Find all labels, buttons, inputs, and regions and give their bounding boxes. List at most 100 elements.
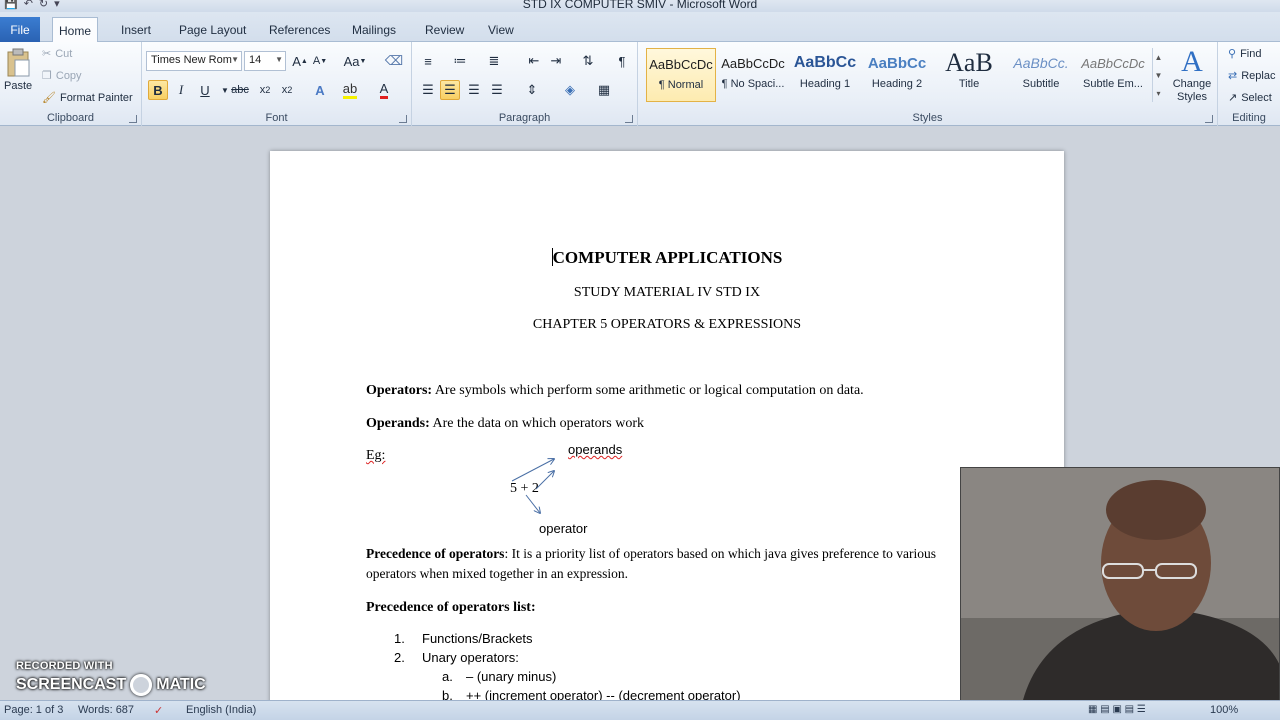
select-button[interactable]: ↗ Select bbox=[1228, 91, 1272, 105]
paragraph-group-label: Paragraph bbox=[498, 112, 551, 124]
show-formatting-icon[interactable]: ¶ bbox=[612, 51, 632, 71]
list-item[interactable]: 2. Unary operators: bbox=[394, 648, 741, 667]
operands-paragraph[interactable]: Operands: Are the data on which operator… bbox=[366, 414, 956, 434]
shrink-font-icon[interactable]: A ▼ bbox=[310, 51, 330, 71]
shading-icon[interactable]: ◈ bbox=[560, 80, 580, 100]
webcam-overlay bbox=[960, 467, 1280, 707]
cut-button[interactable]: ✂ Cut bbox=[42, 47, 72, 61]
tab-home[interactable]: Home bbox=[52, 17, 99, 43]
sort-icon[interactable]: ⇅ bbox=[578, 51, 598, 71]
align-center-icon[interactable]: ☰ bbox=[440, 80, 460, 100]
highlight-color-icon[interactable]: ab bbox=[340, 80, 360, 100]
page-count[interactable]: Page: 1 of 3 bbox=[4, 704, 63, 716]
paste-icon bbox=[7, 48, 30, 77]
borders-icon[interactable]: ▦ bbox=[594, 80, 614, 100]
replace-button[interactable]: ⇄ Replac bbox=[1228, 69, 1275, 83]
find-label: Find bbox=[1240, 47, 1262, 60]
format-painter-label: Format Painter bbox=[59, 91, 133, 104]
styles-gallery-scroll[interactable]: ▲ ▼ ▾ bbox=[1152, 48, 1164, 102]
style-heading-1[interactable]: AaBbCc Heading 1 bbox=[790, 48, 860, 102]
sub-list-item[interactable]: b. ++ (increment operator) -- (decrement … bbox=[394, 686, 741, 700]
strikethrough-button[interactable]: abc bbox=[230, 80, 250, 100]
doc-title[interactable]: COMPUTER APPLICATIONS bbox=[270, 248, 1064, 268]
style-title-label: Title bbox=[958, 78, 980, 90]
precedence-paragraph[interactable]: Precedence of operators: It is a priorit… bbox=[366, 544, 956, 584]
font-group: Times New Rom ▼ 14 ▼ A ▲ A ▼ Aa ▼ ⌫ B I U ▼ a… bbox=[142, 42, 412, 126]
operators-paragraph[interactable]: Operators: Are symbols which perform som… bbox=[366, 381, 966, 401]
styles-group-label: Styles bbox=[912, 112, 943, 124]
underline-button[interactable]: U bbox=[195, 80, 215, 100]
doc-subtitle[interactable]: STUDY MATERIAL IV STD IX bbox=[270, 285, 1064, 301]
change-styles-button[interactable]: A Change Styles bbox=[1168, 46, 1216, 104]
style-subtle-emphasis[interactable]: AaBbCcDc Subtle Em... bbox=[1078, 48, 1148, 102]
font-name-select[interactable]: Times New Rom ▼ bbox=[146, 51, 242, 71]
zoom-level[interactable]: 100% bbox=[1210, 704, 1238, 716]
editing-group-label: Editing bbox=[1232, 112, 1266, 124]
numbering-icon[interactable]: ≔ bbox=[450, 51, 470, 71]
tab-view[interactable]: View bbox=[482, 17, 520, 43]
precedence-list-heading[interactable]: Precedence of operators list: bbox=[366, 598, 956, 618]
style-subtitle[interactable]: AaBbCc. Subtitle bbox=[1006, 48, 1076, 102]
tab-review[interactable]: Review bbox=[419, 17, 470, 43]
change-styles-icon: A bbox=[1181, 45, 1203, 78]
decrease-indent-icon[interactable]: ⇤ bbox=[524, 51, 544, 71]
bullets-icon[interactable]: ≡ bbox=[418, 51, 438, 71]
style-heading-1-sample: AaBbCc bbox=[793, 54, 857, 71]
tab-references[interactable]: References bbox=[263, 17, 336, 43]
style-subtle-emphasis-label: Subtle Em... bbox=[1083, 78, 1143, 90]
view-buttons[interactable]: ▦ ▤ ▣ ▤ ☰ bbox=[1088, 704, 1146, 715]
style-title[interactable]: AaB Title bbox=[934, 48, 1004, 102]
operators-definition: Are symbols which perform some arithmeti… bbox=[432, 383, 864, 398]
diagram-operands-label: operands bbox=[568, 442, 623, 457]
format-painter-button[interactable]: 🖌 Format Painter bbox=[42, 91, 133, 105]
font-size-select[interactable]: 14 ▼ bbox=[244, 51, 286, 71]
copy-button[interactable]: ❐ Copy bbox=[42, 69, 82, 83]
scroll-up-icon[interactable]: ▲ bbox=[1155, 53, 1163, 62]
sub-list-item[interactable]: a. – (unary minus) bbox=[394, 667, 741, 686]
style-subtle-emphasis-sample: AaBbCcDc bbox=[1081, 55, 1145, 71]
paste-label: Paste bbox=[4, 80, 33, 92]
italic-button[interactable]: I bbox=[171, 80, 191, 100]
multilevel-list-icon[interactable]: ≣ bbox=[484, 51, 504, 71]
font-color-icon[interactable]: A bbox=[374, 80, 394, 100]
clipboard-launcher-icon[interactable] bbox=[129, 115, 137, 123]
tab-mailings[interactable]: Mailings bbox=[346, 17, 402, 43]
title-bar: 💾 ↶ ↻ ▾ STD IX COMPUTER SMIV - Microsoft… bbox=[0, 0, 1280, 12]
paragraph-launcher-icon[interactable] bbox=[625, 115, 633, 123]
superscript-button[interactable]: x2 bbox=[277, 80, 297, 100]
bold-button[interactable]: B bbox=[148, 80, 168, 100]
grow-font-icon[interactable]: A ▲ bbox=[290, 51, 310, 71]
style-heading-2[interactable]: AaBbCc Heading 2 bbox=[862, 48, 932, 102]
tab-insert[interactable]: Insert bbox=[115, 17, 157, 43]
list-item[interactable]: 1. Functions/Brackets bbox=[394, 629, 741, 648]
doc-chapter[interactable]: CHAPTER 5 OPERATORS & EXPRESSIONS bbox=[270, 317, 1064, 333]
align-right-icon[interactable]: ☰ bbox=[464, 80, 484, 100]
word-count[interactable]: Words: 687 bbox=[78, 704, 134, 716]
align-left-icon[interactable]: ☰ bbox=[418, 80, 438, 100]
find-button[interactable]: ⚲ Find bbox=[1228, 47, 1262, 61]
tab-file[interactable]: File bbox=[0, 17, 40, 42]
styles-launcher-icon[interactable] bbox=[1205, 115, 1213, 123]
proofing-icon[interactable]: ✓ bbox=[154, 704, 163, 717]
status-bar: Page: 1 of 3 Words: 687 ✓ English (India… bbox=[0, 700, 1280, 720]
more-styles-icon[interactable]: ▾ bbox=[1156, 89, 1160, 98]
line-spacing-icon[interactable]: ⇕ bbox=[522, 80, 542, 100]
paste-button[interactable]: Paste bbox=[4, 48, 32, 92]
justify-icon[interactable]: ☰ bbox=[487, 80, 507, 100]
font-group-label: Font bbox=[265, 112, 288, 124]
style-no-spacing[interactable]: AaBbCcDc ¶ No Spaci... bbox=[718, 48, 788, 102]
copy-icon: ❐ bbox=[42, 70, 52, 82]
change-case-icon[interactable]: Aa ▼ bbox=[342, 51, 368, 71]
increase-indent-icon[interactable]: ⇥ bbox=[546, 51, 566, 71]
clear-formatting-icon[interactable]: ⌫ bbox=[384, 51, 404, 71]
scroll-down-icon[interactable]: ▼ bbox=[1155, 71, 1163, 80]
text-effects-icon[interactable]: A bbox=[310, 80, 330, 100]
tab-page-layout[interactable]: Page Layout bbox=[173, 17, 252, 43]
style-normal-label: ¶ Normal bbox=[658, 79, 704, 91]
subscript-button[interactable]: x2 bbox=[255, 80, 275, 100]
language-indicator[interactable]: English (India) bbox=[186, 704, 256, 716]
font-launcher-icon[interactable] bbox=[399, 115, 407, 123]
example-label[interactable]: Eg: bbox=[366, 446, 956, 466]
style-normal[interactable]: AaBbCcDc ¶ Normal bbox=[646, 48, 716, 102]
document-page[interactable]: COMPUTER APPLICATIONS STUDY MATERIAL IV … bbox=[270, 151, 1064, 700]
